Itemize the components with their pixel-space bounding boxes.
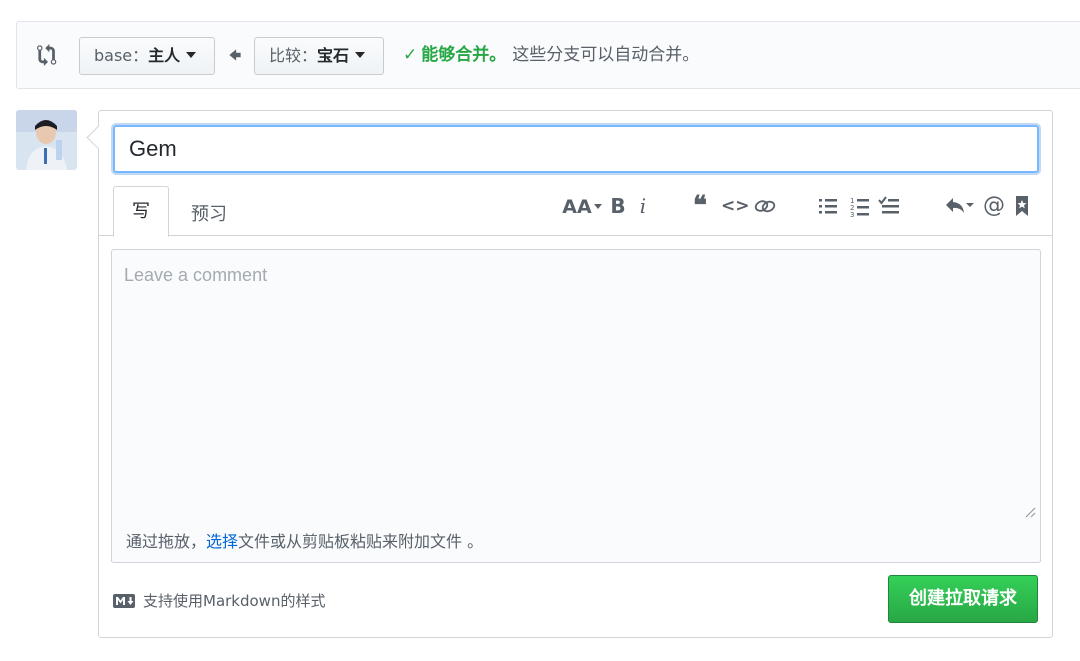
merge-status-description: 这些分支可以自动合并。 xyxy=(512,45,700,65)
svg-text:3: 3 xyxy=(850,211,854,218)
compare-range-bar: base：主人 比较：宝石 ✓ 能够合并。 这些分支可以自动合并。 xyxy=(16,21,1080,89)
bookmark-svg xyxy=(1016,196,1028,216)
avatar[interactable] xyxy=(16,110,77,170)
compare-branch-prefix: 比较： xyxy=(269,46,318,65)
italic-icon[interactable]: i xyxy=(633,191,653,221)
tab-write[interactable]: 写 xyxy=(113,186,169,237)
pr-title-input[interactable]: Gem xyxy=(113,125,1039,173)
base-branch-prefix: base： xyxy=(94,46,149,65)
reply-svg xyxy=(946,198,974,213)
mention-icon[interactable]: @ xyxy=(981,191,1007,221)
tab-preview[interactable]: 预习 xyxy=(179,190,239,240)
markdown-support-text: 支持使用Markdown的样式 xyxy=(143,592,326,610)
merge-status: ✓ 能够合并。 这些分支可以自动合并。 xyxy=(403,42,699,68)
unordered-list-icon[interactable] xyxy=(815,191,841,221)
create-pull-request-button[interactable]: 创建拉取请求 xyxy=(888,575,1038,623)
code-icon[interactable]: <> xyxy=(721,191,750,221)
link-svg xyxy=(754,200,776,213)
reply-icon[interactable] xyxy=(943,191,977,221)
task-list-icon[interactable] xyxy=(875,191,903,221)
quote-icon[interactable]: ❝ xyxy=(687,191,713,221)
drag-hint-prefix: 通过拖放， xyxy=(126,532,207,551)
merge-status-ok: 能够合并。 xyxy=(421,45,507,65)
caret-down-icon xyxy=(186,52,197,58)
choose-files-link[interactable]: 选择 xyxy=(206,532,238,551)
caret-down-icon xyxy=(355,52,366,58)
bookmark-icon[interactable] xyxy=(1011,191,1033,221)
ordered-list-icon[interactable]: 1 2 3 xyxy=(847,191,873,221)
comment-placeholder: Leave a comment xyxy=(124,265,268,285)
base-branch-select[interactable]: base：主人 xyxy=(79,37,215,75)
compare-branch-select[interactable]: 比较：宝石 xyxy=(254,37,384,75)
markdown-support-note: 支持使用Markdown的样式 xyxy=(113,589,325,613)
text-size-glyph: AA xyxy=(562,196,592,218)
comment-textarea[interactable]: Leave a comment xyxy=(111,249,1041,562)
pull-request-form: Gem 写 预习 AA B i ❝ <> 1 2 3 @ Leave a com… xyxy=(98,110,1053,638)
file-attach-hint: 通过拖放，选择文件或从剪贴板粘贴来附加文件 。 xyxy=(111,521,1041,563)
avatar-image xyxy=(16,110,77,170)
drag-hint-suffix: 文件或从剪贴板粘贴来附加文件 。 xyxy=(238,532,484,551)
unordered-list-svg xyxy=(819,199,837,214)
base-branch-value: 主人 xyxy=(148,46,181,65)
check-icon: ✓ xyxy=(403,45,418,65)
link-icon[interactable] xyxy=(751,191,779,221)
git-compare-icon xyxy=(37,44,57,66)
ordered-list-svg: 1 2 3 xyxy=(850,197,869,218)
text-size-icon[interactable]: AA xyxy=(561,191,603,221)
resize-handle-icon[interactable] xyxy=(1024,506,1036,518)
arrow-left-icon xyxy=(229,49,241,61)
bold-icon[interactable]: B xyxy=(607,191,629,221)
task-list-svg xyxy=(878,196,899,214)
markdown-icon xyxy=(113,594,135,608)
compare-branch-value: 宝石 xyxy=(317,46,350,65)
